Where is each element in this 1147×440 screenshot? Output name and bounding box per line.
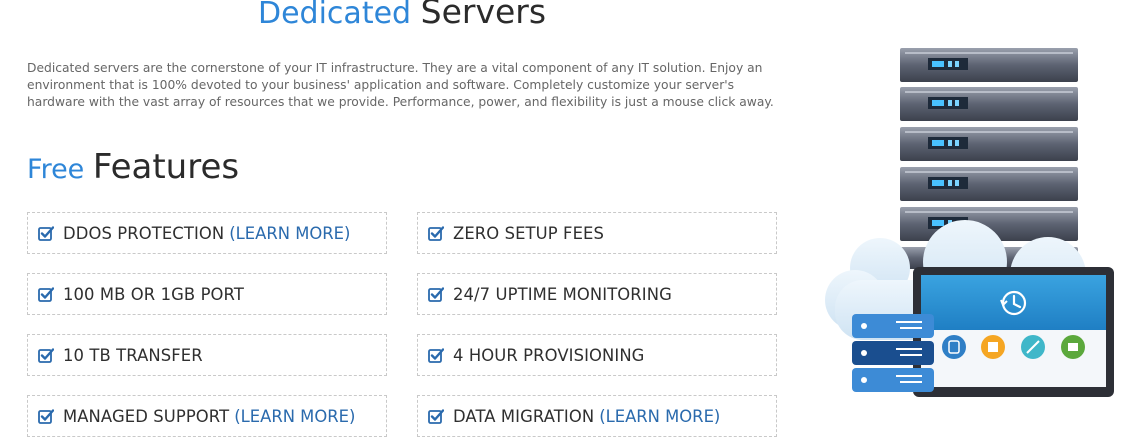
feature-port: 100 MB OR 1GB PORT [27, 273, 387, 315]
feature-data-migration: DATA MIGRATION (LEARN MORE) [417, 395, 777, 437]
learn-more-link[interactable]: (LEARN MORE) [234, 407, 355, 426]
feature-label: 100 MB OR 1GB PORT [63, 284, 244, 304]
page-title: Dedicated Servers [258, 0, 546, 31]
features-heading-main: Features [92, 147, 240, 187]
checkbox-check-icon [38, 409, 54, 424]
feature-label: ZERO SETUP FEES [453, 223, 604, 243]
feature-label: 24/7 UPTIME MONITORING [453, 284, 672, 304]
intro-paragraph: Dedicated servers are the cornerstone of… [27, 61, 774, 109]
feature-label: MANAGED SUPPORT [63, 406, 230, 426]
checkbox-check-icon [428, 348, 444, 363]
checkbox-check-icon [428, 409, 444, 424]
title-accent: Dedicated [258, 0, 412, 31]
checkbox-check-icon [38, 226, 54, 241]
feature-zero-setup-fees: ZERO SETUP FEES [417, 212, 777, 254]
feature-transfer: 10 TB TRANSFER [27, 334, 387, 376]
feature-uptime-monitoring: 24/7 UPTIME MONITORING [417, 273, 777, 315]
checkbox-check-icon [428, 226, 444, 241]
learn-more-link[interactable]: (LEARN MORE) [599, 407, 720, 426]
title-main: Servers [420, 0, 547, 31]
checkbox-check-icon [38, 287, 54, 302]
checkbox-check-icon [428, 287, 444, 302]
storage-stack-graphic [852, 314, 934, 392]
monitor-graphic [913, 267, 1114, 397]
feature-label: DDOS PROTECTION [63, 223, 225, 243]
feature-ddos-protection: DDOS PROTECTION (LEARN MORE) [27, 212, 387, 254]
feature-label: DATA MIGRATION [453, 406, 595, 426]
feature-managed-support: MANAGED SUPPORT (LEARN MORE) [27, 395, 387, 437]
features-heading: Free Features [27, 147, 239, 187]
feature-label: 4 HOUR PROVISIONING [453, 345, 645, 365]
server-illustration [825, 48, 1114, 397]
feature-provisioning: 4 HOUR PROVISIONING [417, 334, 777, 376]
learn-more-link[interactable]: (LEARN MORE) [229, 224, 350, 243]
features-heading-accent: Free [27, 154, 85, 185]
checkbox-check-icon [38, 348, 54, 363]
feature-label: 10 TB TRANSFER [63, 345, 203, 365]
